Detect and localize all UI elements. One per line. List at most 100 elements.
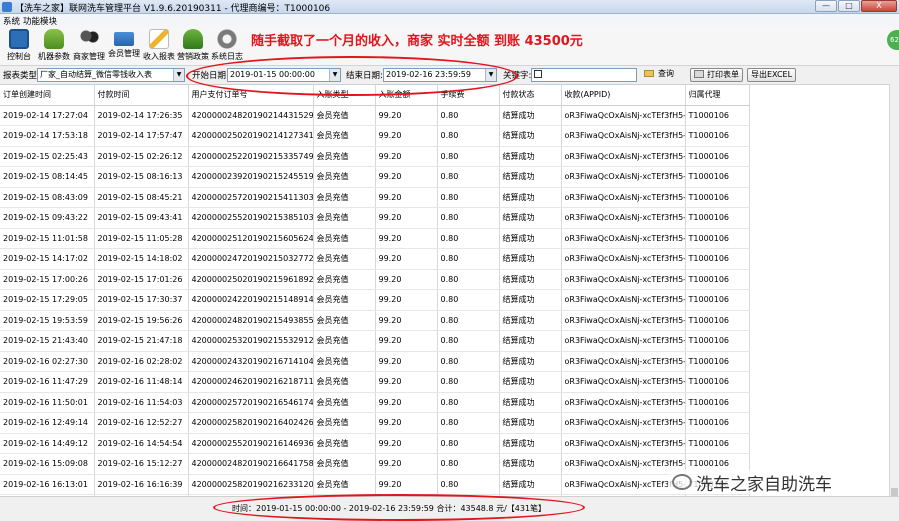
total-highlight [213, 494, 585, 521]
table-row[interactable]: 2019-02-16 15:09:08 2019-02-16 15:12:27 42… [0, 453, 750, 475]
table-row[interactable]: 2019-02-16 02:27:30 2019-02-16 02:28:02 42… [0, 351, 750, 372]
window-controls: — □ X [815, 0, 897, 13]
table-cell: T1000106 [685, 433, 750, 454]
table-cell: oR3FiwaQcOxAisNj-xcTEf3fH5-A [561, 371, 686, 393]
table-row[interactable]: 2019-02-16 16:13:01 2019-02-16 16:16:39 42… [0, 474, 750, 495]
table-cell: 会员充值 [313, 146, 376, 167]
toolbar-merchants-label: 商家管理 [73, 52, 105, 61]
table-cell: 99.20 [375, 248, 438, 270]
app-icon [2, 2, 12, 12]
table-cell: 0.80 [437, 187, 500, 208]
table-row[interactable]: 2019-02-15 08:43:09 2019-02-15 08:45:21 42… [0, 187, 750, 208]
table-row[interactable]: 2019-02-15 02:25:43 2019-02-15 02:26:12 42… [0, 146, 750, 167]
vertical-scrollbar[interactable] [889, 84, 899, 496]
table-cell: 4200000243201902167141048426 [188, 351, 314, 372]
table-cell: T1000106 [685, 351, 750, 372]
table-row[interactable]: 2019-02-15 21:43:40 2019-02-15 21:47:18 42… [0, 330, 750, 352]
column-header[interactable]: 收款(APPID) [561, 85, 686, 106]
maximize-button[interactable]: □ [838, 0, 860, 12]
minimize-button[interactable]: — [815, 0, 837, 12]
table-cell: oR3FiwaQcOxAisNj-xcTEf3fH5-A [561, 474, 686, 495]
table-cell: 4200000252201902153357491829 [188, 146, 314, 167]
table-cell: 结算成功 [499, 166, 562, 188]
table-cell: 会员充值 [313, 474, 376, 495]
export-excel-button[interactable]: 导出EXCEL [747, 68, 797, 82]
scrollbar-thumb[interactable] [891, 488, 898, 496]
monitor-icon [9, 29, 29, 49]
table-cell: T1000106 [685, 146, 750, 167]
table-cell: oR3FiwaQcOxAisNj-xcTEf3fH5-A [561, 351, 686, 372]
toolbar-marketing[interactable]: 营销政策 [176, 28, 210, 64]
toolbar-console[interactable]: 控制台 [2, 28, 36, 64]
table-row[interactable]: 2019-02-15 09:43:22 2019-02-15 09:43:41 42… [0, 207, 750, 229]
table-cell: 2019-02-15 19:56:26 [94, 310, 189, 331]
table-cell: 0.80 [437, 207, 500, 229]
table-row[interactable]: 2019-02-15 08:14:45 2019-02-15 08:16:13 42… [0, 166, 750, 188]
table-cell: 2019-02-16 02:27:30 [0, 351, 95, 372]
toolbar-income-report[interactable]: 收入报表 [142, 28, 176, 64]
table-row[interactable]: 2019-02-15 14:17:02 2019-02-15 14:18:02 42… [0, 248, 750, 270]
toolbar-machine-params[interactable]: 机器参数 [37, 28, 71, 64]
table-cell: oR3FiwaQcOxAisNj-xcTEf3fH5-A [561, 433, 686, 454]
table-cell: 结算成功 [499, 269, 562, 290]
column-header[interactable]: 付款时间 [94, 85, 189, 106]
table-cell: 99.20 [375, 105, 438, 126]
table-cell: 99.20 [375, 371, 438, 393]
table-cell: 99.20 [375, 330, 438, 352]
table-cell: oR3FiwaQcOxAisNj-xcTEf3fH5-A [561, 105, 686, 126]
table-cell: 4200000258201902162331200533 [188, 474, 314, 495]
query-button[interactable]: 查询 [641, 68, 677, 82]
keyword-checkbox[interactable] [534, 70, 542, 78]
column-header[interactable]: 订单创建时间 [0, 85, 95, 106]
toolbar-merchants[interactable]: 商家管理 [72, 28, 106, 64]
column-header[interactable]: 归属代理 [685, 85, 750, 106]
table-row[interactable]: 2019-02-15 11:01:58 2019-02-15 11:05:28 42… [0, 228, 750, 249]
table-cell: 4200000258201902164024261457 [188, 412, 314, 434]
report-type-select[interactable]: 厂家_自动结算_微信零钱收入表 ▼ [37, 68, 185, 82]
table-cell: 99.20 [375, 228, 438, 249]
table-row[interactable]: 2019-02-16 11:50:01 2019-02-16 11:54:03 42… [0, 392, 750, 413]
report-type-label: 报表类型: [3, 71, 40, 81]
table-row[interactable]: 2019-02-16 14:49:12 2019-02-16 14:54:54 42… [0, 433, 750, 454]
side-float-badge[interactable]: 62 [887, 30, 899, 50]
table-cell: 2019-02-15 14:18:02 [94, 248, 189, 270]
table-cell: 0.80 [437, 248, 500, 270]
table-cell: oR3FiwaQcOxAisNj-xcTEf3fH5-A [561, 248, 686, 270]
table-cell: 4200000253201902155329122937 [188, 330, 314, 352]
table-cell: 99.20 [375, 453, 438, 475]
table-cell: 2019-02-15 02:26:12 [94, 146, 189, 167]
table-cell: 2019-02-15 17:01:26 [94, 269, 189, 290]
database-icon [44, 29, 64, 49]
table-cell: 4200000257201902165461749682 [188, 392, 314, 413]
toolbar-system-log[interactable]: 系统日志 [210, 28, 244, 64]
table-row[interactable]: 2019-02-15 19:53:59 2019-02-15 19:56:26 42… [0, 310, 750, 331]
table-row[interactable]: 2019-02-14 17:27:04 2019-02-14 17:26:35 42… [0, 105, 750, 126]
table-row[interactable]: 2019-02-15 17:00:26 2019-02-15 17:01:26 42… [0, 269, 750, 290]
print-button-label: 打印表单 [707, 70, 739, 79]
table-cell: 99.20 [375, 187, 438, 208]
column-header[interactable]: 付款状态 [499, 85, 562, 106]
table-body: 2019-02-14 17:27:04 2019-02-14 17:26:35 42… [0, 105, 750, 496]
table-cell: oR3FiwaQcOxAisNj-xcTEf3fH5-A [561, 125, 686, 147]
toolbar-members[interactable]: 会员管理 [107, 28, 141, 64]
close-button[interactable]: X [861, 0, 897, 12]
table-cell: 结算成功 [499, 453, 562, 475]
table-row[interactable]: 2019-02-16 11:47:29 2019-02-16 11:48:14 42… [0, 371, 750, 393]
table-cell: 2019-02-16 11:47:29 [0, 371, 95, 393]
table-cell: 会员充值 [313, 371, 376, 393]
table-row[interactable]: 2019-02-16 12:49:14 2019-02-16 12:52:27 42… [0, 412, 750, 434]
table-cell: 4200000248201902166417586112 [188, 453, 314, 475]
table-cell: 2019-02-14 17:26:35 [94, 105, 189, 126]
keyword-input[interactable] [531, 68, 637, 82]
table-cell: 99.20 [375, 125, 438, 147]
table-cell: 99.20 [375, 207, 438, 229]
table-cell: 2019-02-15 08:14:45 [0, 166, 95, 188]
print-button[interactable]: 打印表单 [690, 68, 743, 82]
table-cell: 结算成功 [499, 371, 562, 393]
table-cell: 99.20 [375, 433, 438, 454]
menu-bar: 系统 功能模块 [0, 14, 899, 27]
table-cell: 0.80 [437, 412, 500, 434]
table-row[interactable]: 2019-02-14 17:53:18 2019-02-14 17:57:47 42… [0, 125, 750, 147]
table-cell: oR3FiwaQcOxAisNj-xcTEf3fH5-A [561, 330, 686, 352]
table-row[interactable]: 2019-02-15 17:29:05 2019-02-15 17:30:37 42… [0, 289, 750, 311]
